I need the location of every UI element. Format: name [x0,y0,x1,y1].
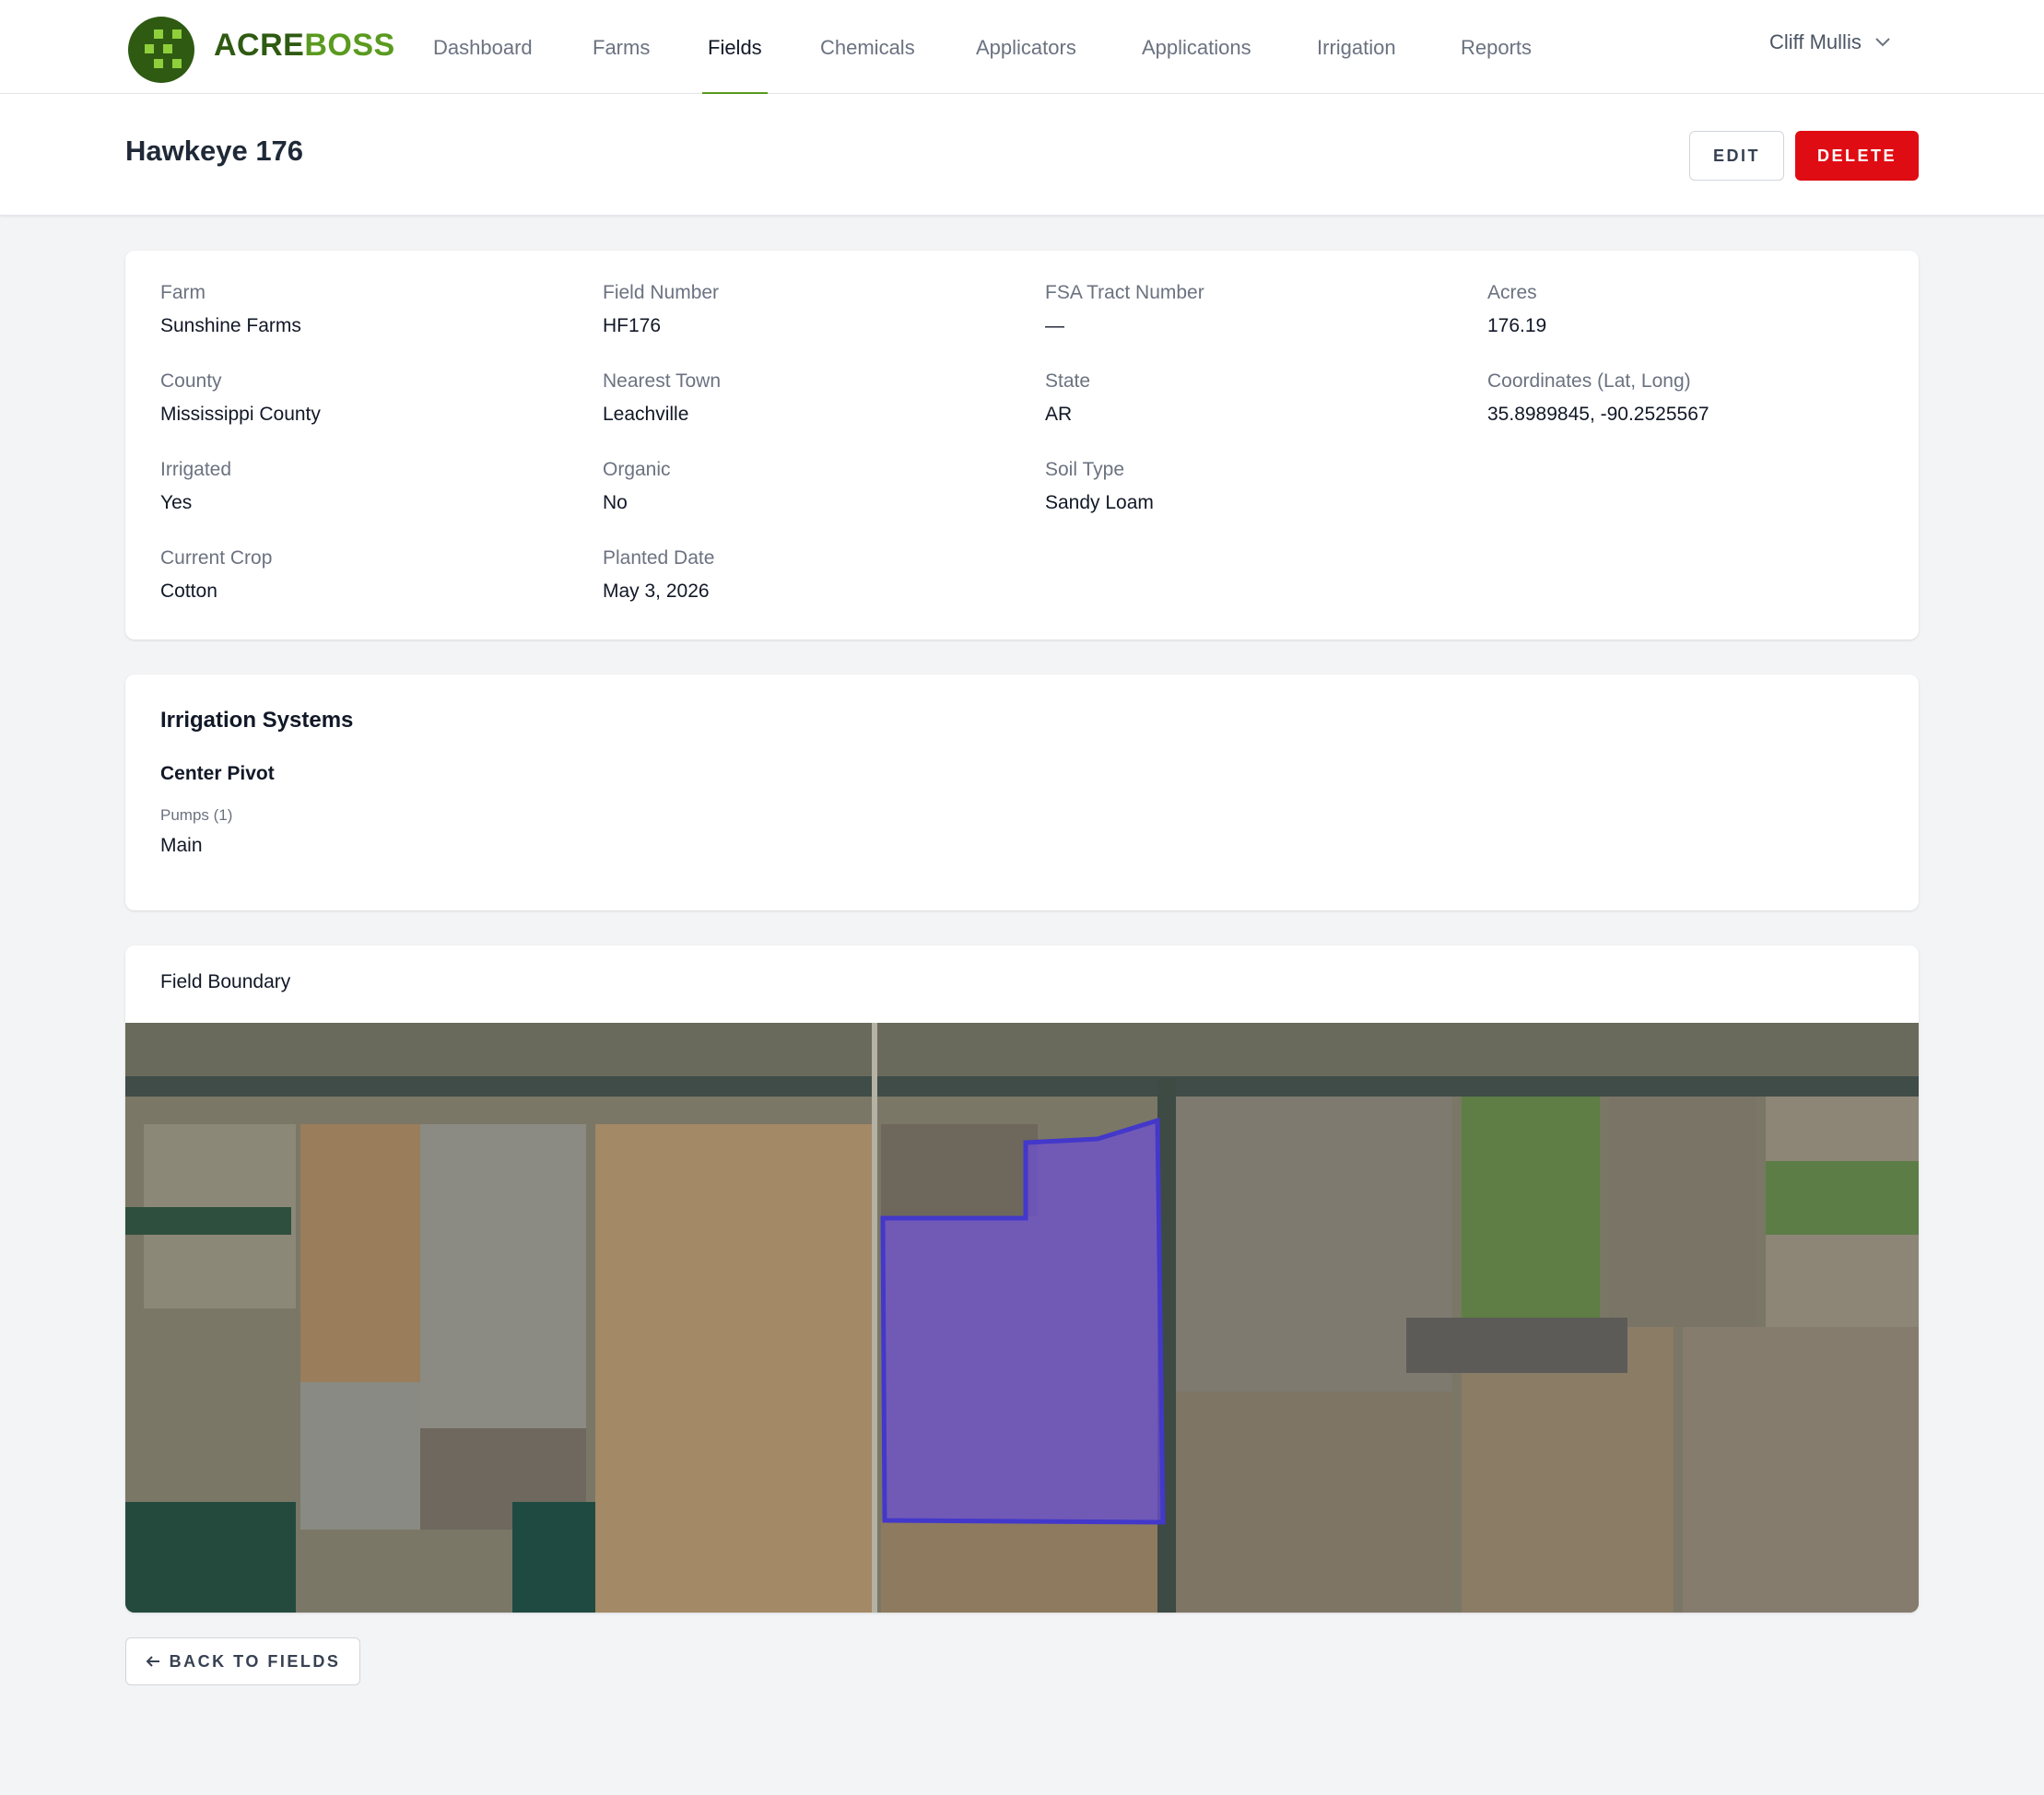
back-label: BACK TO FIELDS [169,1651,341,1671]
irrigation-title: Irrigation Systems [160,708,354,733]
detail-nearest-town: Nearest Town Leachville [603,370,721,426]
satellite-map[interactable] [125,1023,1919,1613]
detail-value: 35.8989845, -90.2525567 [1487,404,1709,425]
detail-value: Cotton [160,581,217,602]
detail-value: May 3, 2026 [603,581,710,602]
field-boundary-card: Field Boundary [125,945,1919,1613]
user-name: Cliff Mullis [1769,30,1862,53]
boundary-title: Field Boundary [160,971,291,992]
nav-item-farms[interactable]: Farms [593,0,650,94]
nav-item-reports[interactable]: Reports [1461,0,1532,94]
pumps-count-label: Pumps (1) [160,806,233,824]
detail-label: State [1045,370,1091,392]
detail-irrigated: Irrigated Yes [160,459,231,514]
arrow-left-icon [146,1656,159,1667]
detail-label: Planted Date [603,547,715,569]
acreboss-logo-icon[interactable] [128,17,194,83]
back-to-fields-button[interactable]: BACK TO FIELDS [125,1637,360,1685]
detail-value: 176.19 [1487,315,1547,336]
detail-planted-date: Planted Date May 3, 2026 [603,547,714,603]
detail-label: Organic [603,459,671,480]
detail-organic: Organic No [603,459,671,514]
detail-value: Yes [160,492,193,513]
user-menu[interactable]: Cliff Mullis [1769,30,1891,54]
detail-label: Soil Type [1045,459,1124,480]
edit-button[interactable]: EDIT [1689,131,1784,181]
detail-label: Irrigated [160,459,232,480]
detail-county: County Mississippi County [160,370,321,426]
detail-label: Coordinates (Lat, Long) [1487,370,1691,392]
detail-state: State AR [1045,370,1090,426]
detail-value: Sandy Loam [1045,492,1154,513]
detail-field-number: Field Number HF176 [603,282,719,337]
detail-label: Current Crop [160,547,273,569]
detail-current-crop: Current Crop Cotton [160,547,272,603]
detail-value: No [603,492,628,513]
detail-value: HF176 [603,315,662,336]
field-details-card: Farm Sunshine Farms Field Number HF176 F… [125,251,1919,639]
brand-wordmark[interactable]: ACREBOSS [214,28,395,64]
detail-value: AR [1045,404,1073,425]
nav-item-dashboard[interactable]: Dashboard [433,0,533,94]
detail-label: Nearest Town [603,370,722,392]
page-title: Hawkeye 176 [125,135,304,167]
detail-coordinates: Coordinates (Lat, Long) 35.8989845, -90.… [1487,370,1709,426]
nav-item-fields[interactable]: Fields [702,0,768,95]
nav-item-irrigation[interactable]: Irrigation [1317,0,1396,94]
irrigation-systems-card: Irrigation Systems Center Pivot Pumps (1… [125,675,1919,910]
detail-value: — [1045,315,1064,336]
detail-acres: Acres 176.19 [1487,282,1546,337]
detail-value: Leachville [603,404,689,425]
detail-value: Sunshine Farms [160,315,301,336]
nav-item-chemicals[interactable]: Chemicals [820,0,915,94]
detail-label: Farm [160,282,206,303]
chevron-down-icon [1875,38,1890,47]
irrigation-system-name: Center Pivot [160,763,275,784]
detail-fsa-tract: FSA Tract Number — [1045,282,1204,337]
detail-soil-type: Soil Type Sandy Loam [1045,459,1154,514]
delete-button[interactable]: DELETE [1795,131,1919,181]
detail-label: Field Number [603,282,720,303]
detail-label: FSA Tract Number [1045,282,1204,303]
nav-item-applications[interactable]: Applications [1142,0,1251,94]
detail-label: County [160,370,222,392]
nav-item-applicators[interactable]: Applicators [976,0,1076,94]
pump-name: Main [160,835,203,856]
detail-label: Acres [1487,282,1537,303]
detail-farm: Farm Sunshine Farms [160,282,301,337]
detail-value: Mississippi County [160,404,321,425]
top-nav: ACREBOSS Dashboard Farms Fields Chemical… [0,0,2044,95]
page-header: Hawkeye 176 EDIT DELETE [0,94,2044,216]
